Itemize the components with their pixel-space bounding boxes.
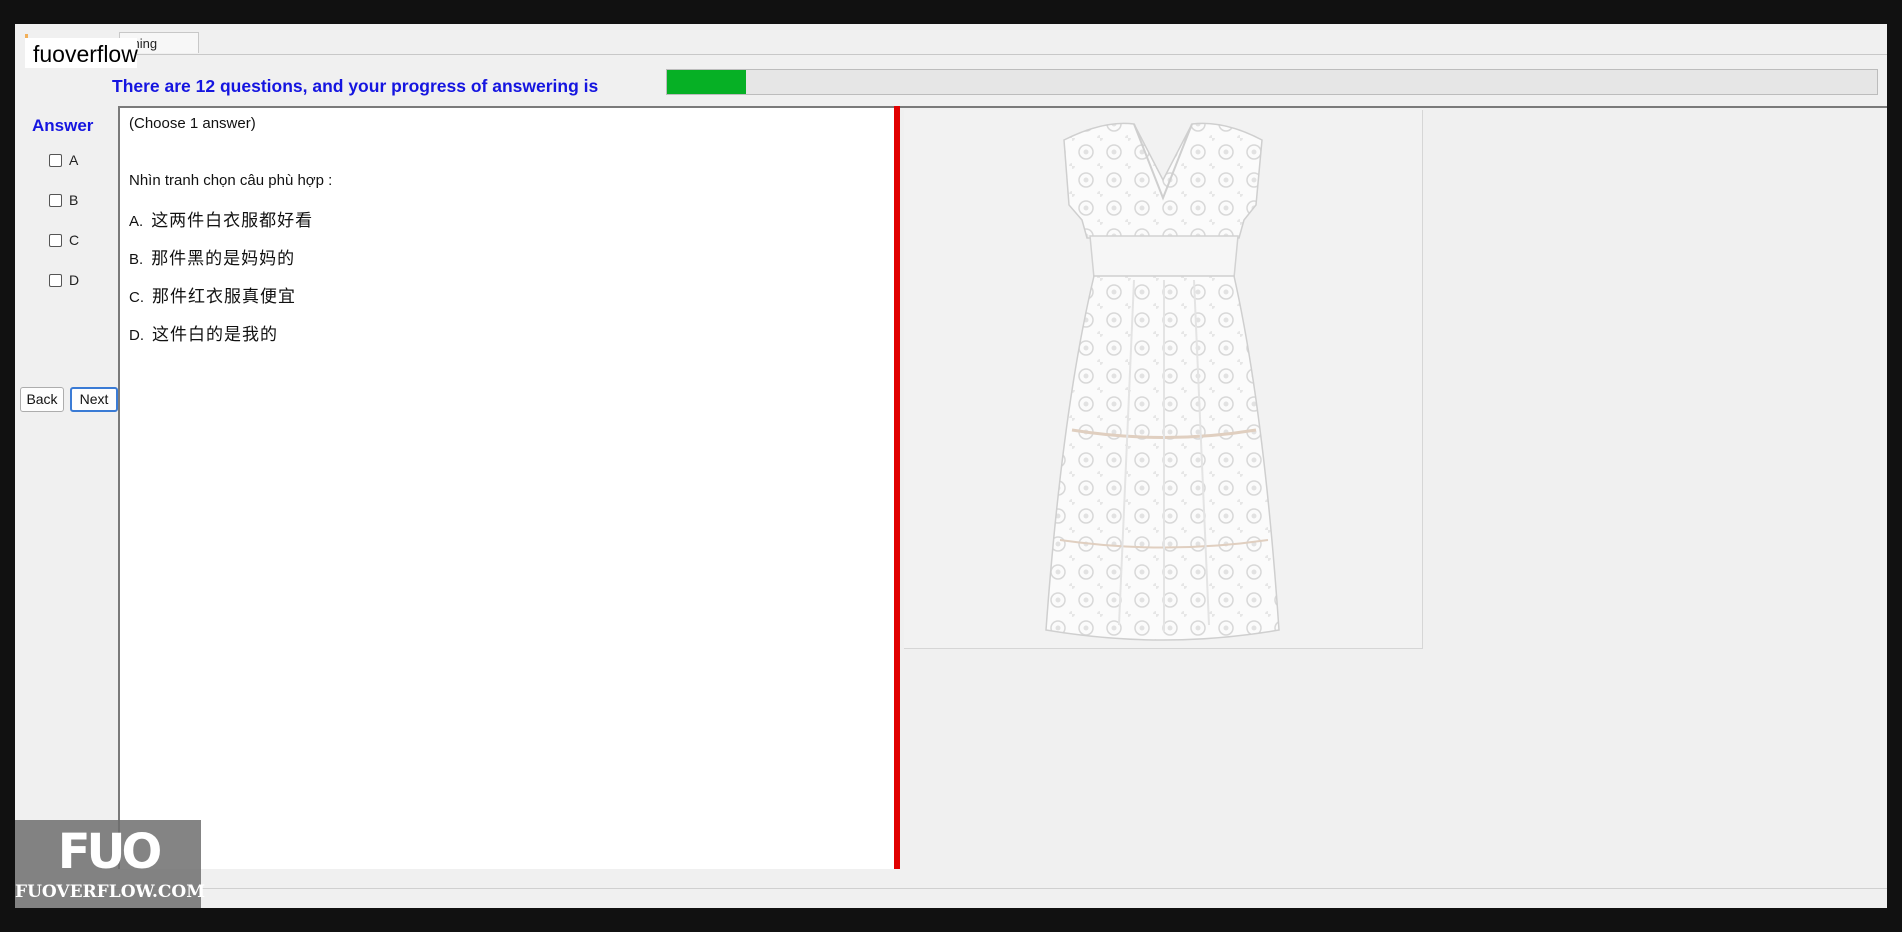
dress-photo [904, 110, 1423, 649]
checkbox[interactable] [49, 193, 62, 207]
choice-text: 那件红衣服真便宜 [152, 287, 296, 306]
option-label: D [69, 272, 80, 288]
image-panel [900, 106, 1887, 869]
progress-label: There are 12 questions, and your progres… [112, 76, 599, 96]
answer-heading: Answer [32, 116, 94, 135]
answer-option-a[interactable]: A [49, 152, 78, 168]
answer-option-b[interactable]: B [49, 192, 78, 208]
checkbox[interactable] [49, 153, 62, 167]
next-button[interactable]: Next [70, 387, 118, 412]
choice-text: 那件黑的是妈妈的 [151, 249, 296, 268]
choice-text: 这两件白衣服都好看 [151, 211, 314, 230]
answer-option-d[interactable]: D [49, 272, 79, 288]
watermark-logo: FUO FUOVERFLOW.COM [15, 820, 206, 908]
option-label: A [69, 152, 79, 168]
checkbox[interactable] [49, 233, 62, 247]
watermark-text: fuoverflow [25, 38, 138, 68]
answer-option-c[interactable]: C [49, 232, 79, 248]
choice-a: A. 这两件白衣服都好看 [129, 206, 313, 231]
dress-illustration [1045, 122, 1280, 641]
choice-c: C. 那件红衣服真便宜 [129, 282, 296, 307]
tab-strip [25, 32, 1887, 55]
watermark-logo-site: FUOVERFLOW.COM [15, 882, 206, 902]
question-prompt: Nhìn tranh chọn câu phù hợp : [129, 172, 333, 189]
choice-b: B. 那件黑的是妈妈的 [129, 244, 295, 269]
option-label: C [69, 232, 80, 248]
progress-bar-fill [667, 70, 746, 94]
watermark-logo-mark: FUO [57, 824, 163, 880]
choice-letter: C. [129, 289, 144, 306]
question-instruction: (Choose 1 answer) [129, 115, 256, 132]
status-divider [15, 888, 1887, 889]
choice-d: D. 这件白的是我的 [129, 320, 278, 345]
choice-letter: B. [129, 251, 144, 268]
choice-letter: D. [129, 327, 144, 344]
checkbox[interactable] [49, 273, 62, 287]
question-panel: (Choose 1 answer) Nhìn tranh chọn câu ph… [118, 106, 894, 869]
progress-bar [666, 69, 1878, 95]
option-label: B [69, 192, 79, 208]
app-window: ching fuoverflow There are 12 questions,… [15, 24, 1887, 908]
choice-letter: A. [129, 213, 144, 230]
back-button[interactable]: Back [20, 387, 64, 412]
choice-text: 这件白的是我的 [152, 325, 278, 344]
